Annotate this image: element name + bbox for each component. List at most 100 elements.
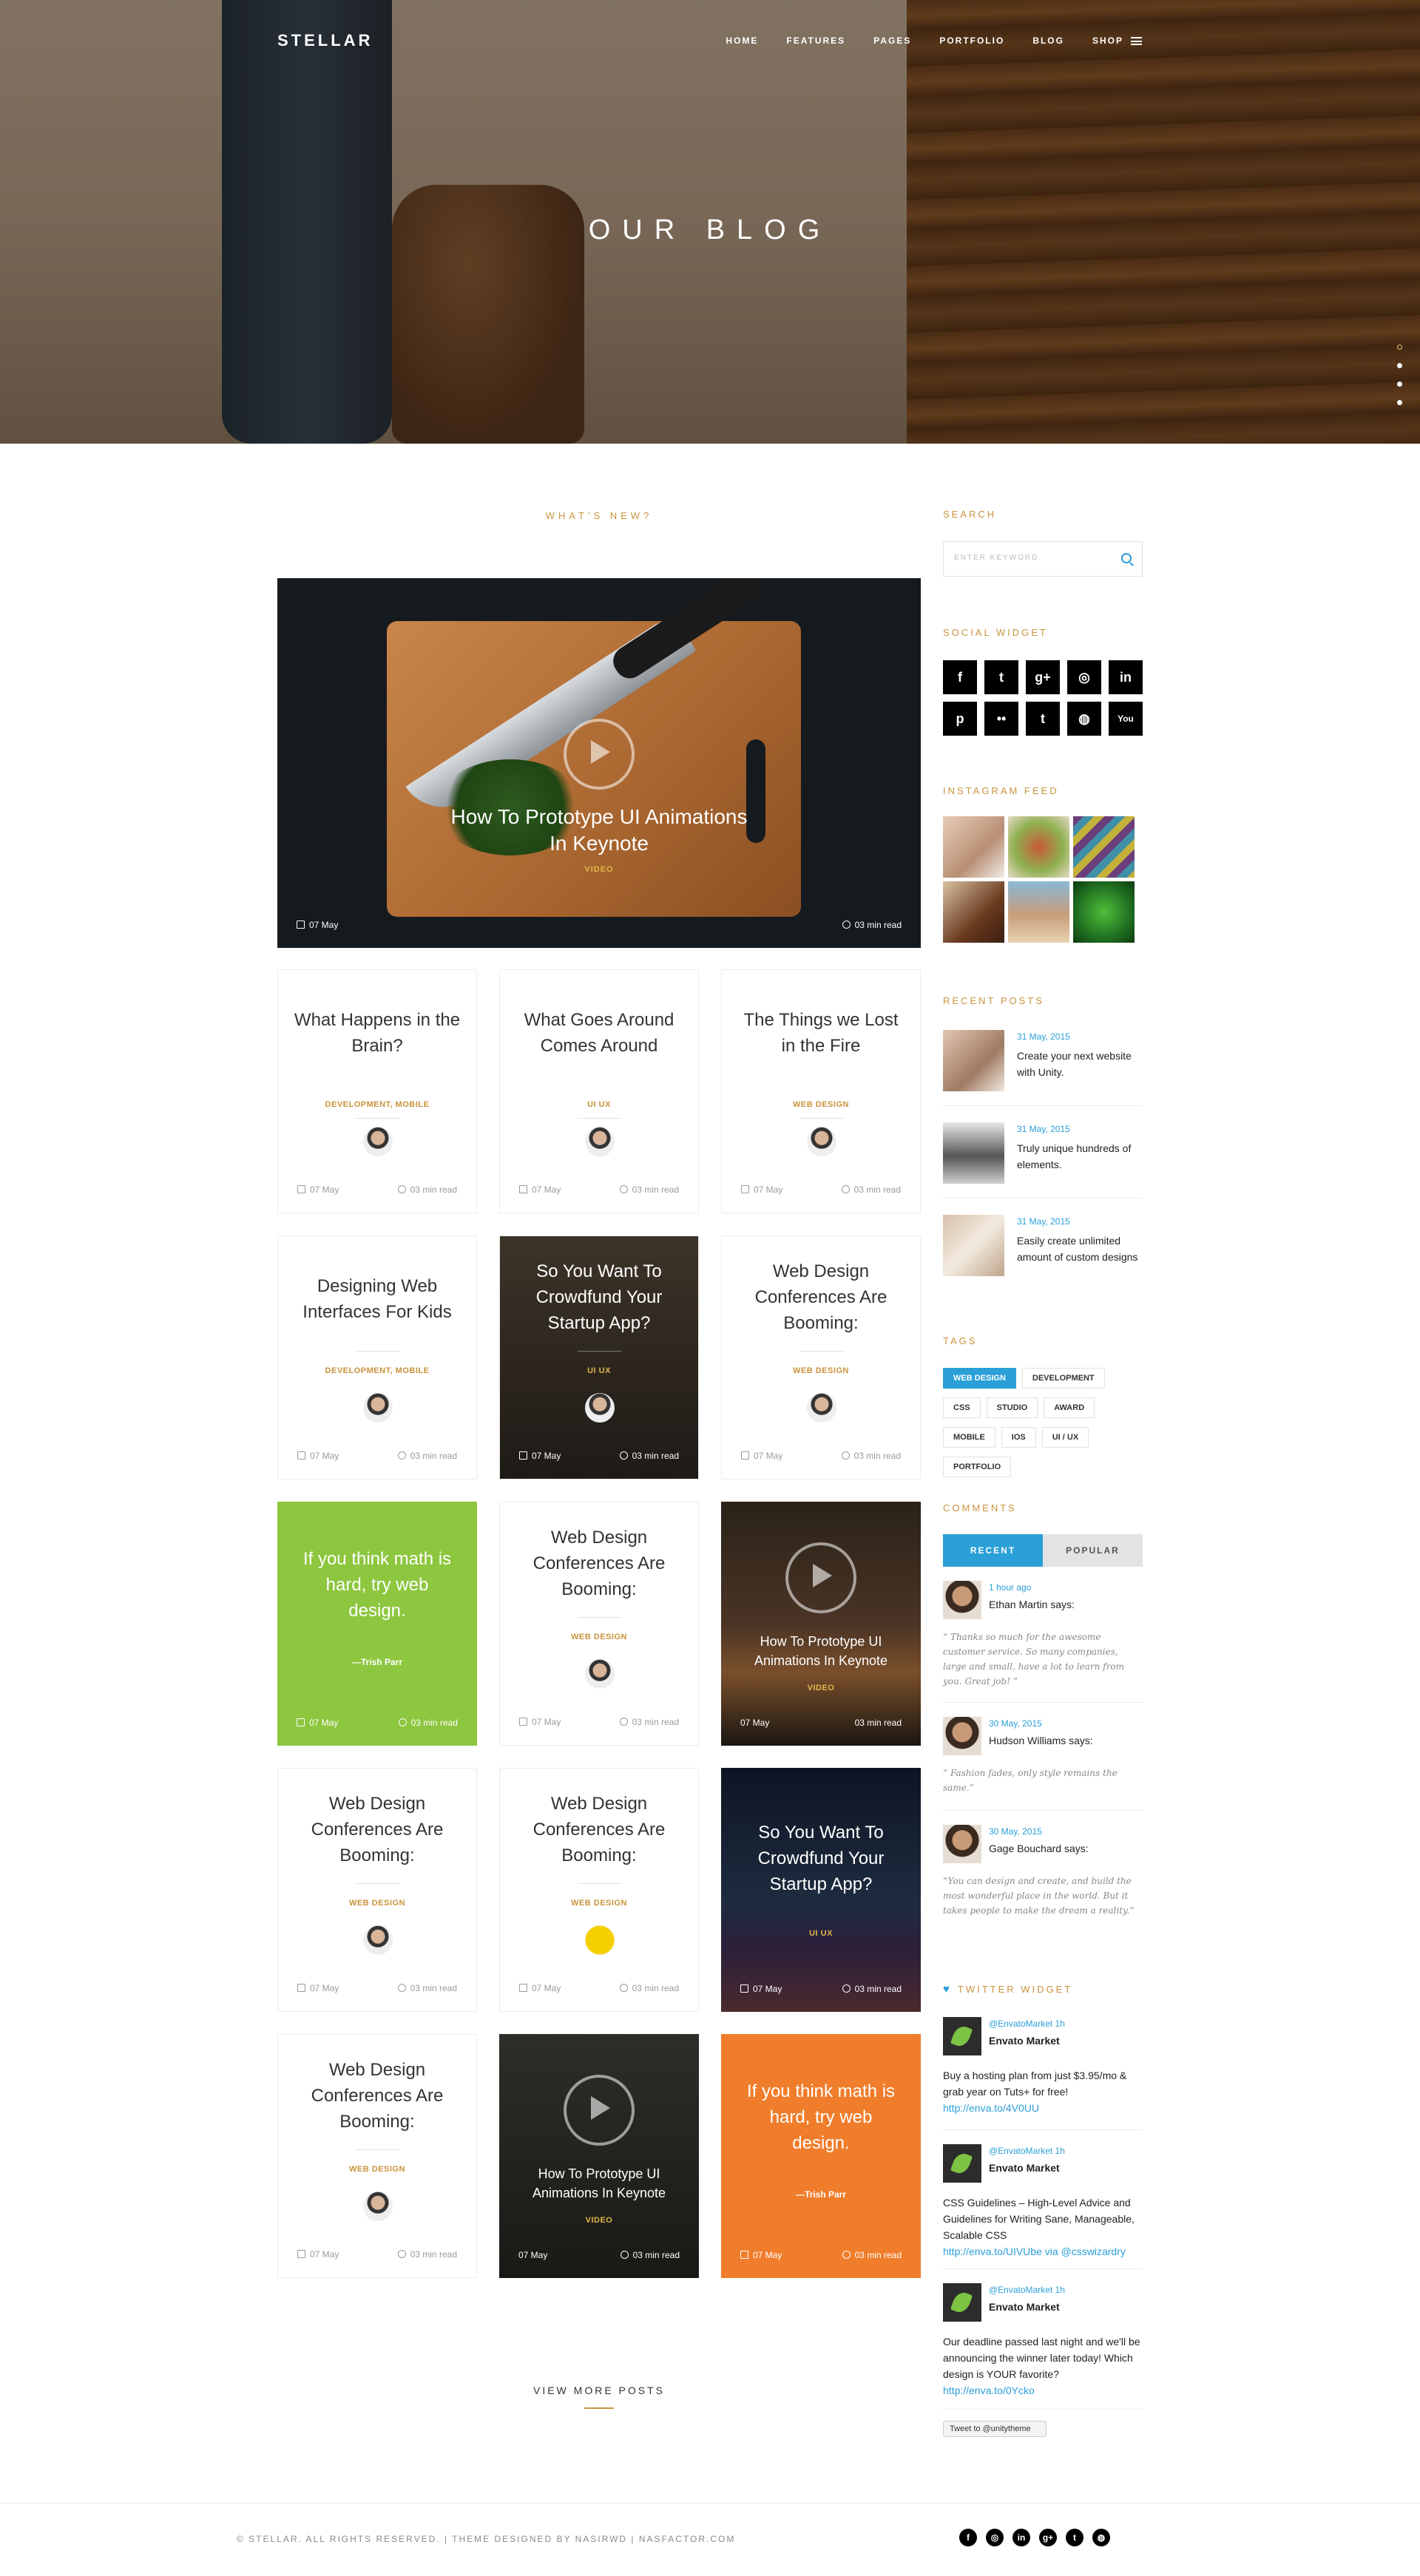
tweet-handle[interactable]: @EnvatoMarket 1h [989, 2019, 1065, 2029]
post-card[interactable]: Web Design Conferences Are Booming: WEB … [277, 2034, 477, 2278]
slide-dot[interactable] [1397, 345, 1402, 350]
recent-post-title[interactable]: Easily create unlimited amount of custom… [1017, 1233, 1143, 1265]
quote-card[interactable]: If you think math is hard, try web desig… [721, 2034, 921, 2278]
play-icon[interactable] [785, 1542, 856, 1613]
avatar[interactable] [585, 1393, 615, 1423]
card-tag[interactable]: UI UX [721, 1929, 921, 1938]
featured-post[interactable]: How To Prototype UI Animations In Keynote… [277, 578, 921, 948]
envato-avatar[interactable] [943, 2144, 981, 2183]
google-plus-icon[interactable]: g+ [1026, 660, 1060, 694]
tab-recent[interactable]: RECENT [943, 1534, 1043, 1567]
twitter-icon[interactable]: t [984, 660, 1018, 694]
nav-home[interactable]: HOME [726, 35, 758, 46]
card-tag[interactable]: WEB DESIGN [278, 2165, 476, 2174]
recent-post[interactable]: 31 May, 2015 Truly unique hundreds of el… [943, 1122, 1143, 1189]
card-title[interactable]: How To Prototype UI Animations In Keynot… [514, 2164, 684, 2203]
dribbble-icon[interactable]: ◍ [1067, 702, 1101, 736]
tag[interactable]: CSS [943, 1397, 981, 1418]
tag[interactable]: STUDIO [986, 1397, 1038, 1418]
nav-pages[interactable]: PAGES [873, 35, 911, 46]
post-card[interactable]: What Goes Around Comes Around UI UX 07 M… [499, 969, 699, 1213]
card-title[interactable]: What Goes Around Comes Around [515, 1007, 683, 1059]
card-title[interactable]: The Things we Lost in the Fire [737, 1007, 905, 1059]
comment-author[interactable]: Gage Bouchard says: [989, 1843, 1089, 1854]
tab-popular[interactable]: POPULAR [1043, 1534, 1143, 1567]
dribbble-icon[interactable]: ◍ [1092, 2529, 1110, 2546]
tweet-author[interactable]: Envato Market [989, 2035, 1060, 2047]
post-card[interactable]: What Happens in the Brain? DEVELOPMENT, … [277, 969, 477, 1213]
view-more-button[interactable]: VIEW MORE POSTS [277, 2385, 921, 2396]
video-card[interactable]: How To Prototype UI Animations In Keynot… [721, 1502, 921, 1746]
search-input[interactable]: ENTER KEYWORD [943, 541, 1143, 577]
card-tag[interactable]: WEB DESIGN [500, 1899, 698, 1908]
avatar[interactable] [807, 1127, 836, 1156]
recent-post[interactable]: 31 May, 2015 Easily create unlimited amo… [943, 1215, 1143, 1281]
card-tag[interactable]: WEB DESIGN [278, 1899, 476, 1908]
tweet-via[interactable]: via @csswizardry [1045, 2245, 1126, 2257]
avatar[interactable] [363, 1127, 393, 1156]
card-title[interactable]: Web Design Conferences Are Booming: [293, 1791, 462, 1868]
avatar[interactable] [585, 1659, 615, 1689]
linkedin-icon[interactable]: in [1109, 660, 1143, 694]
card-title[interactable]: So You Want To Crowdfund Your Startup Ap… [515, 1258, 683, 1336]
instagram-icon[interactable]: ◎ [1067, 660, 1101, 694]
video-card[interactable]: How To Prototype UI Animations In Keynot… [499, 2034, 699, 2278]
card-tag[interactable]: DEVELOPMENT, MOBILE [278, 1100, 476, 1109]
tweet-handle[interactable]: @EnvatoMarket 1h [989, 2146, 1065, 2156]
recent-post-title[interactable]: Truly unique hundreds of elements. [1017, 1140, 1143, 1173]
recent-post-title[interactable]: Create your next website with Unity. [1017, 1048, 1143, 1080]
facebook-icon[interactable]: f [943, 660, 977, 694]
youtube-icon[interactable]: You [1109, 702, 1143, 736]
instagram-photo[interactable] [1073, 881, 1135, 943]
tweet-author[interactable]: Envato Market [989, 2301, 1060, 2313]
slide-dot[interactable] [1397, 363, 1402, 368]
card-title[interactable]: Web Design Conferences Are Booming: [293, 2057, 462, 2135]
post-card-image[interactable]: So You Want To Crowdfund Your Startup Ap… [499, 1236, 699, 1479]
google-plus-icon[interactable]: g+ [1039, 2529, 1057, 2546]
slide-dot[interactable] [1397, 400, 1402, 405]
nav-blog[interactable]: BLOG [1032, 35, 1064, 46]
tag[interactable]: IOS [1001, 1427, 1036, 1448]
tag[interactable]: MOBILE [943, 1427, 995, 1448]
nav-shop[interactable]: SHOP [1092, 35, 1142, 46]
recent-post[interactable]: 31 May, 2015 Create your next website wi… [943, 1030, 1143, 1097]
featured-tag[interactable]: VIDEO [277, 865, 921, 874]
recent-post-thumb[interactable] [943, 1122, 1004, 1184]
avatar[interactable] [807, 1393, 836, 1423]
instagram-photo[interactable] [943, 816, 1004, 878]
instagram-icon[interactable]: ◎ [986, 2529, 1004, 2546]
quote-card[interactable]: If you think math is hard, try web desig… [277, 1502, 477, 1746]
card-tag[interactable]: WEB DESIGN [500, 1633, 698, 1641]
slide-dot[interactable] [1397, 382, 1402, 387]
facebook-icon[interactable]: f [959, 2529, 977, 2546]
post-card[interactable]: Web Design Conferences Are Booming: WEB … [499, 1502, 699, 1746]
tag[interactable]: AWARD [1044, 1397, 1095, 1418]
post-card[interactable]: Web Design Conferences Are Booming: WEB … [721, 1236, 921, 1479]
card-tag[interactable]: UI UX [500, 1100, 698, 1109]
envato-avatar[interactable] [943, 2283, 981, 2322]
tag[interactable]: UI / UX [1041, 1427, 1089, 1448]
tweet-link[interactable]: http://enva.to/UIVUbe [943, 2245, 1042, 2257]
instagram-photo[interactable] [1008, 881, 1069, 943]
nav-portfolio[interactable]: PORTFOLIO [939, 35, 1004, 46]
avatar[interactable] [943, 1825, 981, 1863]
card-title[interactable]: Web Design Conferences Are Booming: [515, 1791, 683, 1868]
avatar[interactable] [363, 1393, 393, 1423]
brand-logo[interactable]: STELLAR [277, 31, 373, 50]
nav-features[interactable]: FEATURES [786, 35, 845, 46]
tag[interactable]: PORTFOLIO [943, 1457, 1012, 1477]
recent-post-thumb[interactable] [943, 1030, 1004, 1091]
avatar[interactable] [585, 1127, 615, 1156]
tweet-handle[interactable]: @EnvatoMarket 1h [989, 2285, 1065, 2295]
card-tag[interactable]: WEB DESIGN [722, 1100, 920, 1109]
featured-title[interactable]: How To Prototype UI Animations In Keynote [277, 804, 921, 857]
tumblr-icon[interactable]: t [1026, 702, 1060, 736]
envato-avatar[interactable] [943, 2017, 981, 2055]
card-title[interactable]: What Happens in the Brain? [293, 1007, 462, 1059]
tweet-link[interactable]: http://enva.to/0Ycko [943, 2385, 1035, 2396]
card-title[interactable]: Web Design Conferences Are Booming: [737, 1258, 905, 1336]
card-title[interactable]: Designing Web Interfaces For Kids [293, 1273, 462, 1325]
avatar[interactable] [363, 2192, 393, 2221]
card-tag[interactable]: UI UX [500, 1366, 698, 1375]
instagram-photo[interactable] [943, 881, 1004, 943]
